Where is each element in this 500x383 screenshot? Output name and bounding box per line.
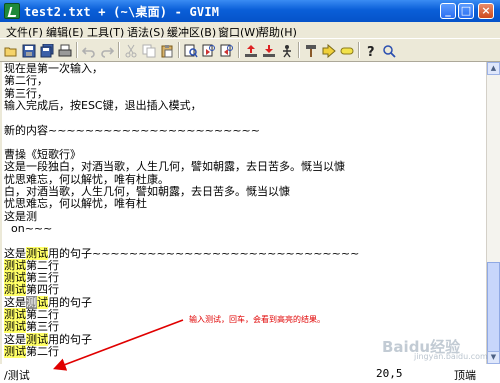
command-line[interactable]: /测试 20,5 顶端 [0,364,500,383]
minimize-button[interactable]: _ [440,3,456,19]
text-segment: 这是 [4,295,26,309]
save-all-icon[interactable] [40,43,54,58]
toolbar: ? [0,38,500,62]
text-line[interactable]: 这是测试用的句子 [4,332,92,346]
make-icon[interactable] [304,43,318,57]
text-line[interactable]: 忧思难忘，何以解忧，唯有杜康。 [4,172,169,186]
find-prev-icon[interactable] [220,43,234,57]
search-highlight: 试 [37,295,48,309]
toolbar-separator [238,42,240,58]
toolbar-separator [118,42,120,58]
menu-bar: 文件(F) 编辑(E) 工具(T) 语法(S) 缓冲区(B) 窗口(W) 帮助(… [0,22,500,39]
svg-text:?: ? [367,45,375,58]
text-line[interactable]: 第二行， [4,75,48,87]
text-segment: 用的句子 [48,332,92,346]
search-highlight: 测试 [4,320,26,334]
text-segment: 用的句子~~~~~~~~~~~~~~~~~~~~~~~~~~~~~ [48,246,360,260]
find-in-help-icon[interactable] [382,43,396,58]
redo-icon[interactable] [100,43,115,58]
search-command: /测试 [4,369,30,382]
window-title: test2.txt + (~\桌面) - GVIM [24,5,220,19]
toolbar-separator [178,42,180,58]
text-segment: 第三行， [4,86,48,100]
text-line[interactable]: 这是测试用的句子~~~~~~~~~~~~~~~~~~~~~~~~~~~~~ [4,246,360,260]
paste-icon[interactable] [160,43,174,58]
text-line[interactable]: 测试第四行 [4,283,59,297]
toolbar-separator [298,42,300,58]
text-line[interactable]: 新的内容~~~~~~~~~~~~~~~~~~~~~~~ [4,123,260,137]
text-segment: 第二行 [26,258,59,272]
text-segment: 第三行 [26,320,59,334]
text-segment: 第二行 [26,344,59,358]
text-line[interactable]: 测试第二行 [4,258,59,272]
text-line[interactable]: 这是测试用的句子 [4,295,92,309]
search-highlight: 测试 [26,332,48,346]
save-session-icon[interactable] [262,43,276,57]
print-icon[interactable] [58,43,72,57]
cut-icon[interactable] [124,43,138,58]
save-icon[interactable] [22,43,36,58]
run-script-icon[interactable] [280,43,294,58]
text-line[interactable]: 忧思难忘，何以解忧，唯有杜 [4,198,147,210]
toolbar-separator [358,42,360,58]
find-replace-icon[interactable] [184,43,198,58]
text-segment: 用的句子 [48,295,92,309]
gvim-window: test2.txt + (~\桌面) - GVIM _ □ × 文件(F) 编辑… [0,0,500,383]
tags-icon[interactable] [322,43,336,59]
text-segment: 第四行 [26,283,59,297]
cursor-position: 20,5 [376,367,403,380]
scrollbar-thumb[interactable] [487,262,500,352]
open-icon[interactable] [4,43,18,57]
text-segment: 忧思难忘，何以解忧，唯有杜康。 [4,172,169,186]
text-line[interactable]: 第三行， [4,86,48,100]
text-segment: 新的内容~~~~~~~~~~~~~~~~~~~~~~~ [4,123,260,137]
copy-icon[interactable] [142,43,156,58]
title-bar[interactable]: test2.txt + (~\桌面) - GVIM _ □ × [0,0,500,22]
toolbar-separator [76,42,78,58]
find-next-icon[interactable] [202,43,216,57]
search-highlight: 测试 [26,246,48,260]
text-line[interactable]: on~~~ [4,221,53,235]
close-button[interactable]: × [478,3,494,19]
text-segment: 第二行， [4,74,48,88]
search-highlight: 测试 [4,344,26,358]
text-segment: 这是一段独白，对酒当歌，人生几何，譬如朝露，去日苦多。慨当以慷 [4,160,345,174]
help-icon[interactable]: ? [364,43,378,60]
text-segment: 这是测 [4,209,37,223]
annotation-text: 输入测试，回车，会看到高亮的结果。 [189,315,325,324]
text-segment: 输入完成后，按ESC键，退出插入模式， [4,98,202,112]
search-highlight: 测试 [4,283,26,297]
vertical-scrollbar[interactable]: ▲ ▼ [486,62,500,364]
text-line[interactable]: 这是一段独白，对酒当歌，人生几何，譬如朝露，去日苦多。慨当以慷 [4,161,345,173]
text-segment: 忧思难忘，何以解忧，唯有杜 [4,197,147,211]
maximize-button[interactable]: □ [458,3,474,19]
load-session-icon[interactable] [244,43,258,57]
scroll-position: 顶端 [454,369,476,382]
text-line[interactable]: 这是测 [4,209,37,223]
undo-icon[interactable] [81,43,96,58]
text-line[interactable]: 测试第三行 [4,320,59,334]
find-help-icon[interactable] [340,43,354,57]
scroll-up-icon[interactable]: ▲ [487,62,500,75]
search-highlight: 测试 [4,258,26,272]
text-line[interactable]: 输入完成后，按ESC键，退出插入模式， [4,98,202,112]
vim-app-icon[interactable] [4,3,20,19]
text-segment: 这是 [4,246,26,260]
scroll-down-icon[interactable]: ▼ [487,351,500,364]
text-segment: on~~~ [4,221,53,235]
cursor-char: 测 [26,295,37,309]
text-segment: 这是 [4,332,26,346]
text-line[interactable]: 测试第二行 [4,344,59,358]
watermark-url: jingyan.baidu.com [414,352,488,361]
